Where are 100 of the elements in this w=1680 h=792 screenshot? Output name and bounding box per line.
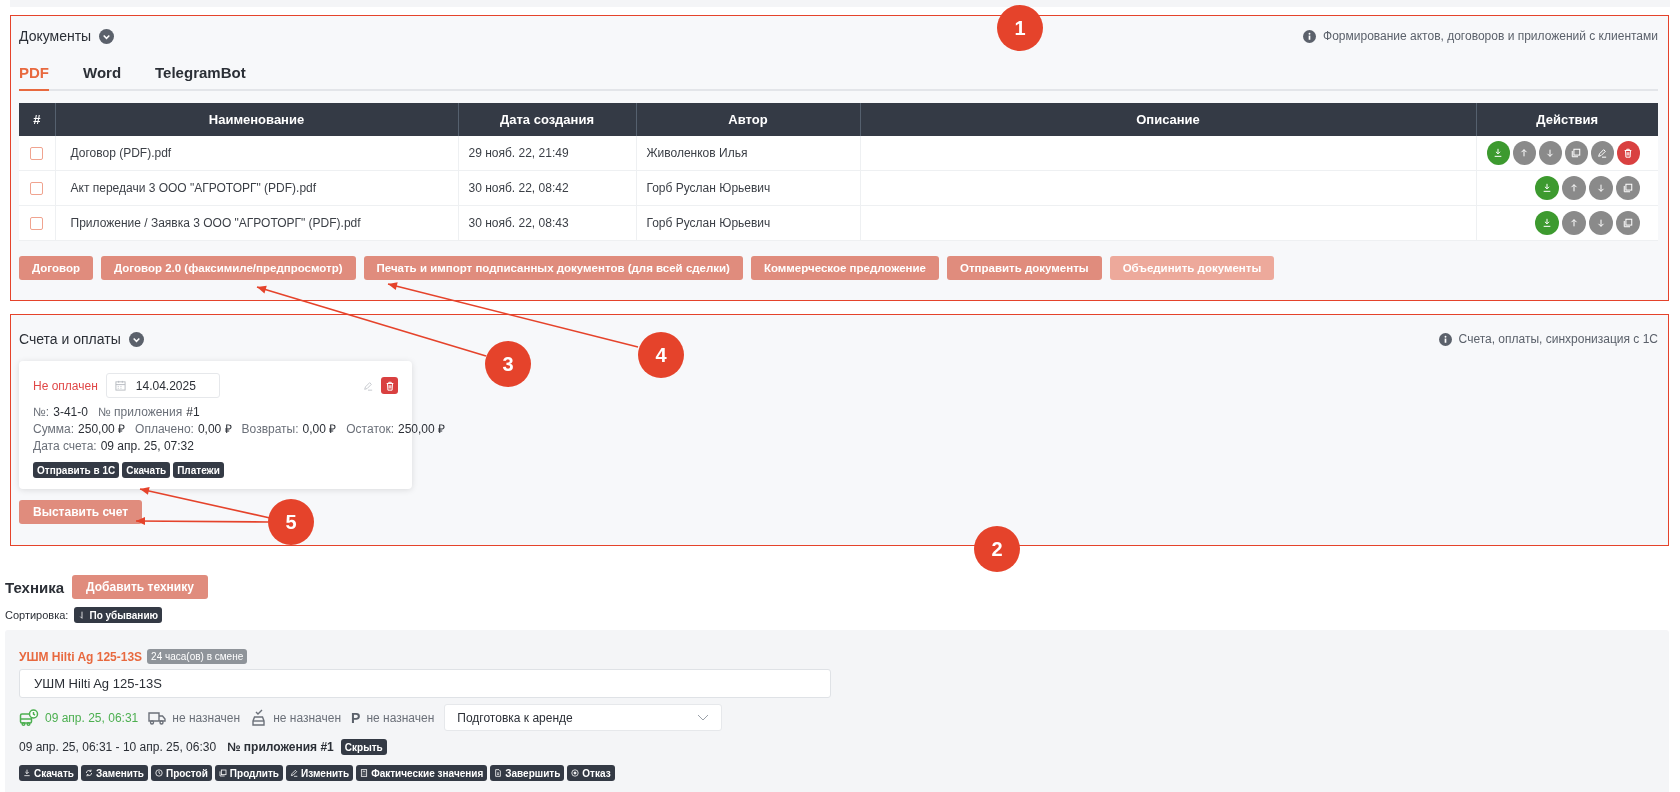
copy-icon [1623, 218, 1633, 228]
edit-button[interactable] [1590, 141, 1614, 165]
arrow-up-icon [1569, 183, 1579, 193]
sort-button[interactable]: По убыванию [74, 607, 163, 623]
up-button[interactable] [1562, 211, 1586, 235]
copy-icon [218, 769, 227, 777]
download-button[interactable] [1535, 176, 1559, 200]
field-label: №: [33, 405, 50, 419]
appendix-number: № приложения #1 [227, 740, 334, 754]
section-description: Формирование актов, договоров и приложений с клиентами [1323, 29, 1658, 43]
checkbox[interactable] [30, 147, 44, 161]
table-cell: Приложение / Заявка 3 ООО "АГРОТОРГ" (PDF).pdf [55, 205, 458, 241]
field-value: 250,00 ₽ [78, 422, 126, 436]
down-button[interactable] [1538, 141, 1562, 165]
table-cell: 29 нояб. 22, 21:49 [458, 136, 636, 171]
arrow-down-icon [1545, 148, 1556, 158]
field-value: 250,00 ₽ [398, 422, 446, 436]
chip-button[interactable]: Платежи [173, 462, 224, 478]
download-icon [1542, 218, 1552, 228]
copy-icon [1571, 148, 1582, 158]
action-chip[interactable]: Завершить [490, 765, 565, 781]
action-chip[interactable]: Изменить [286, 765, 354, 781]
info-icon [1303, 29, 1317, 43]
truck-icon [148, 710, 167, 725]
parking-icon: P [351, 709, 361, 726]
column-header: Автор [636, 103, 860, 136]
action-chip[interactable]: Отказ [567, 765, 615, 781]
pen-icon [1597, 148, 1608, 158]
table-cell: 30 нояб. 22, 08:43 [458, 205, 636, 241]
field-label: № приложения [97, 405, 183, 419]
shift-badge: 24 часа(ов) в смене [147, 649, 248, 664]
copy-icon [1623, 183, 1633, 193]
arrow-down-icon [1596, 183, 1606, 193]
field-value: 0,00 ₽ [197, 422, 232, 436]
table-cell: Акт передачи 3 ООО "АГРОТОРГ" (PDF).pdf [55, 170, 458, 206]
field-label: Сумма: [33, 422, 75, 436]
document-icon [494, 769, 503, 777]
delete-button[interactable] [381, 377, 398, 394]
calculator-icon [360, 769, 369, 777]
action-chip[interactable]: Простой [151, 765, 212, 781]
column-header: Наименование [55, 103, 458, 136]
trash-icon [1623, 148, 1634, 158]
checkbox[interactable] [30, 182, 44, 196]
column-header: Действия [1476, 103, 1658, 136]
chip-button[interactable]: Скачать [122, 462, 171, 478]
up-button[interactable] [1562, 176, 1586, 200]
table-cell: Горб Руслан Юрьевич [636, 205, 860, 241]
assignment-status: не назначен [366, 710, 435, 725]
action-chip[interactable]: Фактические значения [356, 765, 488, 781]
download-button[interactable] [1486, 141, 1510, 165]
column-header: Дата создания [458, 103, 636, 136]
stage-select[interactable]: Подготовка к аренде [444, 704, 723, 731]
sort-label: Сортировка: [5, 609, 69, 621]
date-field[interactable]: 14.04.2025 [105, 373, 220, 398]
collapse-icon[interactable] [99, 28, 115, 44]
tab[interactable]: Word [83, 64, 122, 91]
start-date: 09 апр. 25, 06:31 [45, 710, 139, 725]
pen-icon [363, 380, 373, 391]
refresh-icon [84, 769, 93, 777]
trash-icon [384, 380, 395, 391]
arrow-down-icon [1596, 218, 1606, 228]
checkbox[interactable] [30, 217, 44, 231]
download-icon [1493, 148, 1504, 158]
circle-icon [571, 769, 580, 777]
info-icon [1438, 332, 1452, 346]
field-label: Дата счета: [33, 439, 97, 453]
tab[interactable]: TelegramBot [155, 64, 246, 91]
action-chip[interactable]: Скачать [19, 765, 78, 781]
pen-icon [290, 769, 298, 777]
down-button[interactable] [1589, 176, 1613, 200]
down-button[interactable] [1589, 211, 1613, 235]
section-title: Документы [19, 28, 92, 44]
table-cell: Живоленков Илья [636, 136, 860, 171]
column-header: Описание [860, 103, 1476, 136]
table-cell: Горб Руслан Юрьевич [636, 170, 860, 206]
download-icon [23, 769, 31, 777]
up-button[interactable] [1512, 141, 1536, 165]
action-chip[interactable]: Заменить [80, 765, 148, 781]
equipment-field[interactable]: УШМ Hilti Ag 125-13S [19, 669, 831, 698]
field-label: Остаток: [346, 422, 394, 436]
action-chip[interactable]: Продлить [214, 765, 283, 781]
download-icon [1542, 183, 1552, 193]
truck-clock-icon [19, 708, 39, 727]
chip-button[interactable]: Отправить в 1С [33, 462, 120, 478]
delete-button[interactable] [1616, 141, 1640, 165]
field-label: Оплачено: [135, 422, 194, 436]
field-value: 3-41-0 [53, 405, 88, 419]
field-value: #1 [186, 405, 200, 419]
collapse-icon[interactable] [128, 331, 144, 347]
annotation-marker: 2 [974, 526, 1020, 572]
hide-button[interactable]: Скрыть [340, 739, 387, 755]
payment-status: Не оплачен [33, 378, 98, 393]
copy-button[interactable] [1616, 211, 1640, 235]
arrow-up-icon [1569, 218, 1579, 228]
assignment-status: не назначен [172, 710, 241, 725]
arrow-up-icon [1519, 148, 1530, 158]
section-title: Техника [5, 578, 65, 596]
copy-button[interactable] [1616, 176, 1640, 200]
copy-button[interactable] [1564, 141, 1588, 165]
download-button[interactable] [1535, 211, 1559, 235]
